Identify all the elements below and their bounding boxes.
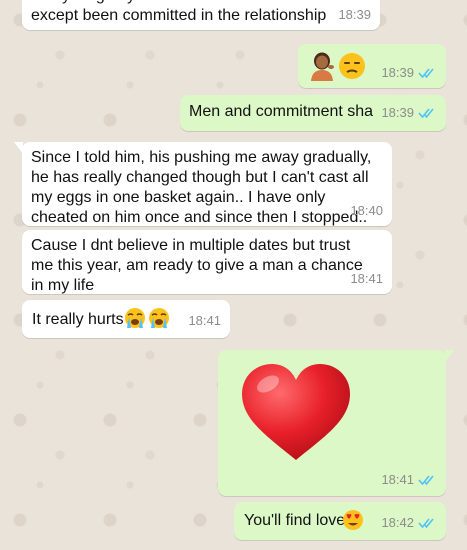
message-time: 18:40 [350,203,383,218]
loudly-crying-face-emoji [148,307,170,335]
message-text: everything any man can do for a woman ex… [31,0,327,24]
message-time: 18:41 [381,472,414,487]
red-heart-emoji [238,362,354,462]
message-text: Cause I dnt believe in multiple dates bu… [31,237,363,294]
message-bubble-incoming[interactable]: Cause I dnt believe in multiple dates bu… [22,230,392,294]
message-bubble-outgoing[interactable]: Men and commitment sha 18:39 [180,95,446,131]
message-text: Since I told him, his pushing me away gr… [31,149,372,226]
read-ticks-icon [418,108,434,119]
message-bubble-incoming[interactable]: Since I told him, his pushing me away gr… [14,142,392,226]
message-time: 18:39 [381,105,414,120]
message-time: 18:41 [188,313,221,328]
message-time: 18:39 [381,65,414,80]
message-text: You'll find love [244,512,346,529]
message-time: 18:41 [350,271,383,286]
message-bubble-outgoing[interactable]: 18:41 [218,350,454,496]
read-ticks-icon [418,68,434,79]
message-text: It really hurts [32,311,124,328]
read-ticks-icon [418,475,434,486]
read-ticks-icon [418,518,434,529]
unamused-face-emoji [338,52,366,86]
message-bubble-incoming[interactable]: It really hurts 18:41 [22,300,230,338]
heart-eyes-emoji [342,509,364,537]
message-time: 18:39 [338,7,371,22]
loudly-crying-face-emoji [124,307,146,335]
message-bubble-incoming[interactable]: everything any man can do for a woman ex… [22,0,380,30]
message-time: 18:42 [381,515,414,530]
message-bubble-outgoing[interactable]: 18:39 [298,44,446,88]
message-bubble-outgoing[interactable]: You'll find love 18:42 [234,502,446,540]
person-tipping-hand-emoji [308,51,336,87]
